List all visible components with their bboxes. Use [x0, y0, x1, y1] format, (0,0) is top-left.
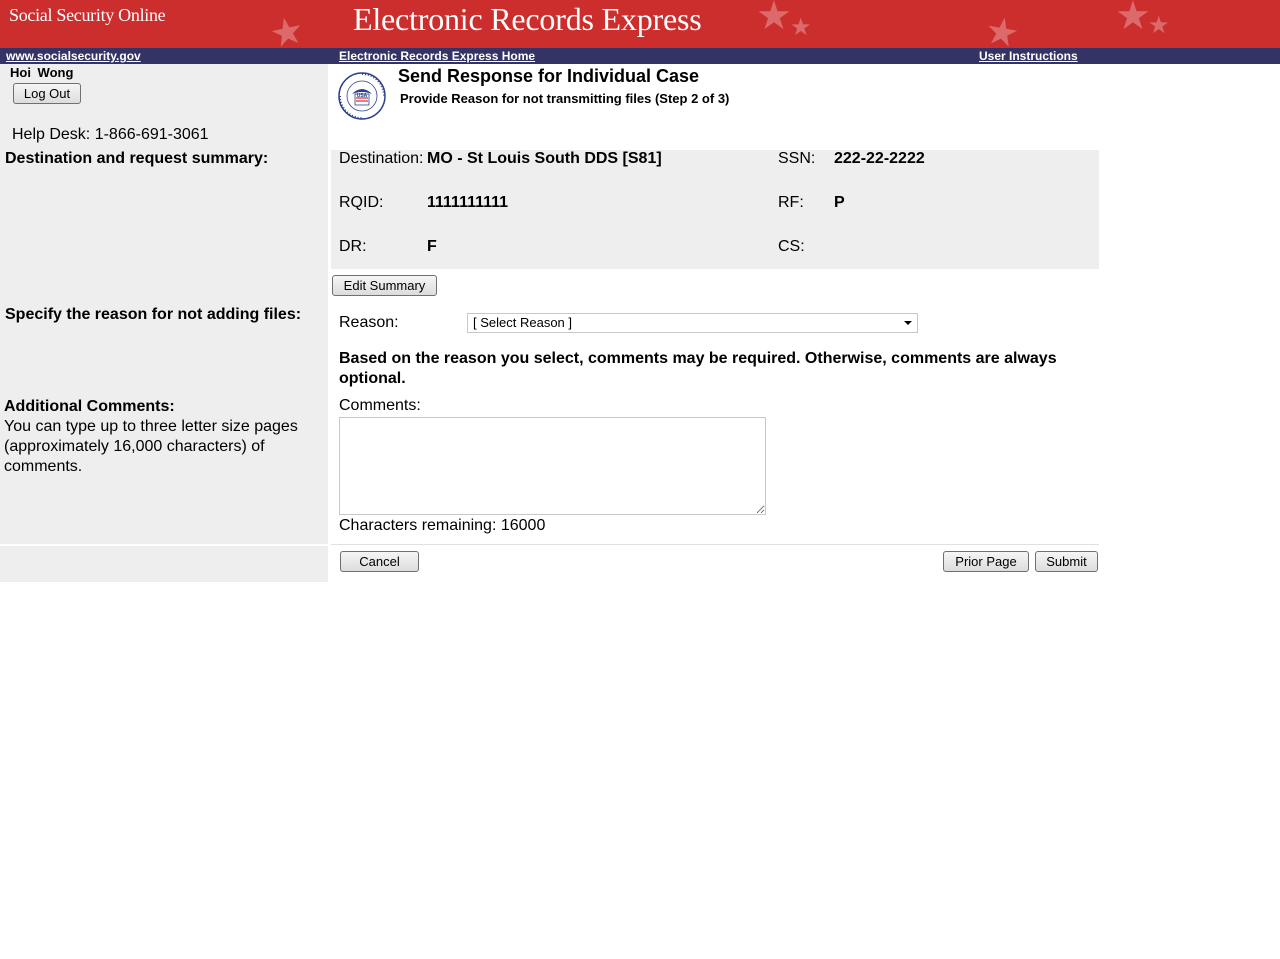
nav-bar: www.socialsecurity.gov Electronic Record…: [0, 48, 1280, 64]
decorative-star-icon: ★: [981, 9, 1023, 48]
decorative-star-icon: ★: [756, 0, 792, 38]
site-brand: Social Security Online: [9, 5, 166, 25]
ere-home-link[interactable]: Electronic Records Express Home: [339, 49, 535, 63]
additional-comments-heading: Additional Comments:: [4, 398, 175, 415]
reason-section-label: Specify the reason for not adding files:: [5, 306, 302, 323]
characters-remaining: Characters remaining: 16000: [339, 517, 546, 534]
app-title: Electronic Records Express: [353, 1, 702, 37]
decorative-star-icon: ★: [790, 14, 812, 41]
submit-button[interactable]: Submit: [1035, 551, 1098, 572]
reason-select[interactable]: [ Select Reason ]: [467, 313, 918, 333]
prior-page-button[interactable]: Prior Page: [943, 551, 1029, 572]
user-instructions-link[interactable]: User Instructions: [979, 49, 1078, 63]
page-title: Send Response for Individual Case: [398, 66, 700, 86]
edit-summary-button[interactable]: Edit Summary: [332, 275, 437, 296]
destination-value: MO - St Louis South DDS [S81]: [427, 150, 662, 167]
logout-button[interactable]: Log Out: [13, 83, 81, 104]
dr-value: F: [427, 238, 437, 255]
destination-label: Destination:: [339, 150, 424, 167]
decorative-star-icon: ★: [1148, 12, 1170, 39]
comments-textarea[interactable]: [339, 417, 766, 515]
rqid-label: RQID:: [339, 194, 384, 211]
actions-divider: [331, 544, 1099, 545]
additional-comments-help: Additional Comments: You can type up to …: [4, 397, 324, 477]
user-name: Hoi Wong: [10, 65, 74, 80]
left-panel-divider: [0, 544, 328, 546]
dr-label: DR:: [339, 238, 367, 255]
cancel-button[interactable]: Cancel: [340, 551, 419, 572]
comments-label: Comments:: [339, 397, 421, 414]
rf-value: P: [834, 194, 845, 211]
decorative-star-icon: ★: [266, 8, 309, 48]
additional-comments-description: You can type up to three letter size pag…: [4, 418, 298, 475]
help-desk-phone: Help Desk: 1-866-691-3061: [12, 126, 209, 143]
ssn-value: 222-22-2222: [834, 150, 925, 167]
reason-comments-note: Based on the reason you select, comments…: [339, 350, 1057, 387]
site-banner: ★ ★ ★ ★ ★ ★ Social Security Online Elect…: [0, 0, 1280, 48]
destination-summary-label: Destination and request summary:: [5, 150, 269, 167]
cs-label: CS:: [778, 238, 805, 255]
ssa-site-link[interactable]: www.socialsecurity.gov: [6, 49, 141, 63]
ssn-label: SSN:: [778, 150, 816, 167]
page-subtitle: Provide Reason for not transmitting file…: [400, 91, 730, 106]
reason-label: Reason:: [339, 314, 399, 331]
chevron-down-icon: [904, 321, 912, 325]
rf-label: RF:: [778, 194, 804, 211]
ssa-seal-icon: USA: [338, 72, 386, 120]
svg-text:USA: USA: [357, 93, 368, 99]
reason-selected-value: [ Select Reason ]: [473, 315, 572, 330]
rqid-value: 1111111111: [427, 194, 509, 211]
decorative-star-icon: ★: [1115, 0, 1151, 38]
